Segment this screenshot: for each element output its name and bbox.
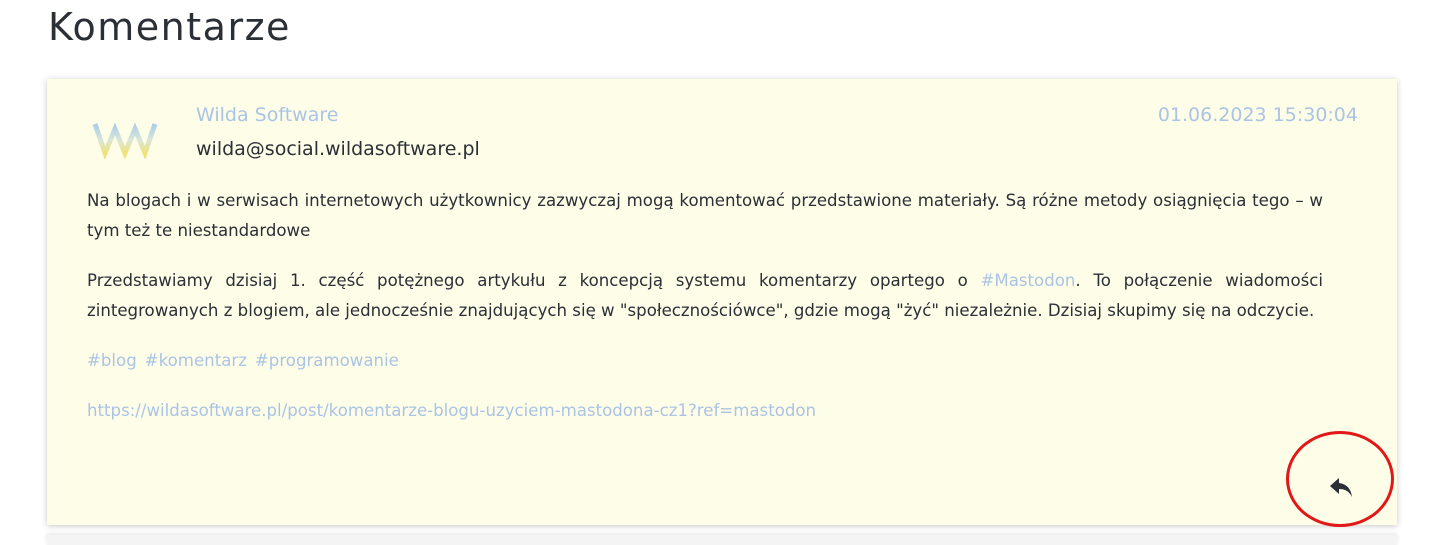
hashtags: #blog #komentarz #programowanie	[87, 346, 1323, 376]
next-comment-card	[47, 535, 1397, 545]
author-name-link[interactable]: Wilda Software	[196, 104, 338, 126]
page-title: Komentarze	[48, 5, 291, 49]
paragraph-2-text-start: Przedstawiamy dzisiaj 1. część potężnego…	[87, 271, 981, 290]
reply-button[interactable]	[1325, 471, 1359, 505]
author-handle: wilda@social.wildasoftware.pl	[196, 138, 480, 160]
mastodon-hashtag-link[interactable]: #Mastodon	[981, 271, 1076, 290]
comment-paragraph-2: Przedstawiamy dzisiaj 1. część potężnego…	[87, 266, 1323, 326]
comment-card: Wilda Software wilda@social.wildasoftwar…	[47, 79, 1397, 525]
post-url-link[interactable]: https://wildasoftware.pl/post/komentarze…	[87, 401, 816, 420]
reply-icon	[1330, 478, 1352, 497]
comment-paragraph-1: Na blogach i w serwisach internetowych u…	[87, 191, 1323, 240]
wilda-logo-icon[interactable]	[91, 119, 159, 161]
post-url-paragraph: https://wildasoftware.pl/post/komentarze…	[87, 396, 1323, 426]
comment-body: Na blogach i w serwisach internetowych u…	[87, 186, 1323, 446]
hashtag-komentarz-link[interactable]: #komentarz	[145, 351, 247, 370]
comment-date-link[interactable]: 01.06.2023 15:30:04	[1158, 104, 1358, 126]
hashtag-blog-link[interactable]: #blog	[87, 351, 137, 370]
avatar	[92, 122, 158, 161]
hashtag-programowanie-link[interactable]: #programowanie	[255, 351, 399, 370]
